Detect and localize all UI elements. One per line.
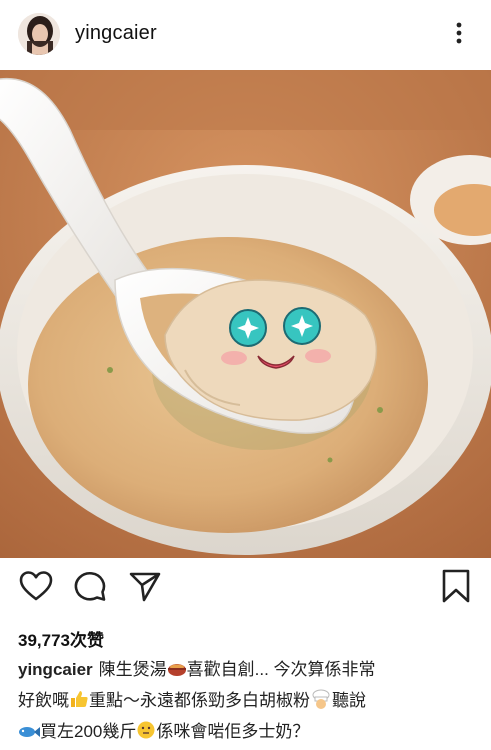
heart-icon[interactable] [18,568,54,604]
send-icon[interactable] [127,568,163,604]
bookmark-icon[interactable] [438,568,474,604]
thinking-emoji-icon [136,720,156,749]
caption-text-1b: 喜歡自創... 今次算係非常 [186,660,376,679]
caption: yingcaier 陳生煲湯 喜歡自創... 今次算係非常好飲嘅 重點～永遠都係勁多白… [18,656,478,749]
fish-emoji-icon [18,721,40,749]
caption-text-3b: 係咪會啱佢多士奶？ [156,722,310,741]
thumbs-up-emoji-icon [69,689,89,718]
post-header: yingcaier [0,0,491,68]
action-bar [0,568,491,614]
caption-text-3a: 買左200幾斤 [40,722,137,741]
avatar-image [18,13,60,55]
comment-icon[interactable] [72,568,108,604]
chef-emoji-icon [310,689,332,718]
caption-text-2c: 聽說 [332,691,366,710]
post-photo[interactable] [0,70,491,558]
caption-text-2b: 重點～永遠都係勁多白胡椒粉 [89,691,310,710]
soup-pot-emoji-icon [167,659,187,687]
username[interactable]: yingcaier [75,22,157,45]
avatar[interactable] [18,13,60,55]
likes-count[interactable]: 39,773次赞 [18,626,104,651]
soup-bowl-illustration [0,70,491,558]
caption-text-1: 陳生煲湯 [98,660,167,679]
caption-text-2a: 好飲嘅 [18,691,69,710]
more-vertical-icon[interactable] [450,20,468,46]
caption-username[interactable]: yingcaier [18,660,93,679]
instagram-post: yingcaier 39,773次赞 yingcaier 陳生煲湯 喜歡自創..… [0,0,491,750]
